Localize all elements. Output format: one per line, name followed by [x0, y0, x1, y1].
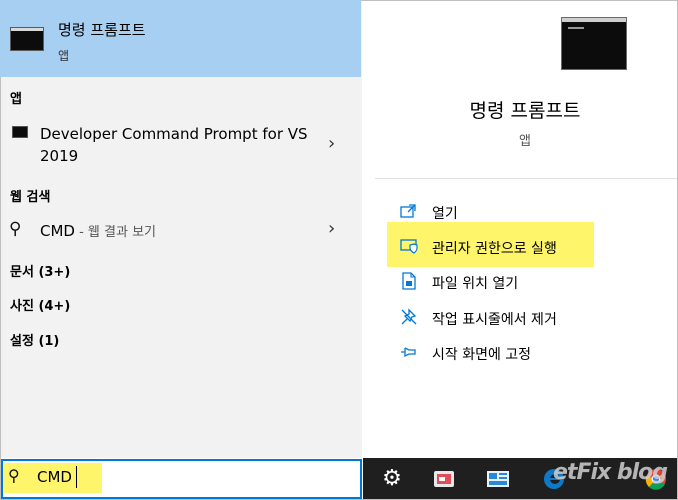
search-input[interactable]	[37, 466, 187, 488]
command-prompt-icon	[10, 27, 44, 51]
action-label: 시작 화면에 고정	[432, 347, 532, 363]
text-caret	[76, 466, 77, 488]
best-match-title: 명령 프롬프트	[58, 21, 146, 39]
blog-watermark: etFix blog	[553, 460, 668, 485]
search-icon: ⚲	[9, 219, 22, 239]
open-icon	[400, 204, 416, 218]
best-match-item[interactable]	[0, 0, 361, 77]
action-label: 파일 위치 열기	[432, 276, 519, 292]
command-prompt-icon	[561, 17, 627, 70]
section-photos[interactable]: 사진 (4+)	[10, 295, 70, 314]
action-label: 작업 표시줄에서 제거	[432, 312, 557, 328]
action-label: 열기	[432, 206, 458, 222]
file-location-icon	[402, 272, 416, 290]
section-settings[interactable]: 설정 (1)	[10, 330, 59, 349]
web-search-query: CMD	[40, 222, 75, 240]
action-label: 관리자 권한으로 실행	[432, 241, 557, 257]
section-web: 웹 검색	[10, 190, 51, 205]
detail-title: 명령 프롬프트	[469, 100, 581, 122]
unpin-taskbar-icon	[401, 308, 417, 325]
settings-icon[interactable]: ⚙	[372, 458, 412, 499]
section-documents[interactable]: 문서 (3+)	[10, 261, 70, 280]
web-search-suffix: - 웹 결과 보기	[74, 225, 156, 240]
app-icon[interactable]	[478, 458, 518, 499]
web-search-label: CMD - 웹 결과 보기	[40, 221, 156, 240]
app-icon[interactable]	[424, 458, 464, 499]
detail-subtitle: 앱	[519, 134, 531, 149]
search-icon: ⚲	[8, 466, 20, 485]
chevron-right-icon[interactable]: ›	[328, 218, 335, 239]
divider	[375, 178, 677, 179]
pin-start-icon	[401, 347, 416, 358]
command-prompt-icon	[12, 126, 28, 138]
best-match-subtitle: 앱	[58, 49, 70, 63]
run-as-admin-icon	[400, 239, 418, 254]
section-apps: 앱	[10, 92, 22, 107]
chevron-right-icon[interactable]: ›	[328, 133, 335, 154]
list-item-label: Developer Command Prompt for VS 2019	[40, 125, 308, 165]
